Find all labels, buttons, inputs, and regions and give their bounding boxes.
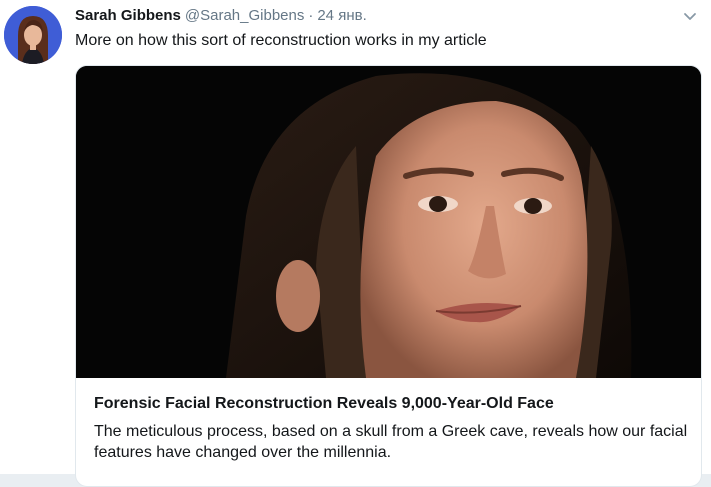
- card-title[interactable]: Forensic Facial Reconstruction Reveals 9…: [94, 393, 554, 415]
- reconstructed-face-image: [76, 66, 701, 378]
- avatar-portrait-image: [4, 6, 62, 64]
- tweet[interactable]: Sarah Gibbens @Sarah_Gibbens · 24 янв. More…: [0, 0, 711, 487]
- chevron-down-icon[interactable]: [682, 8, 698, 24]
- tweet-header: Sarah Gibbens @Sarah_Gibbens · 24 янв.: [75, 5, 367, 27]
- tweet-timestamp[interactable]: 24 янв.: [317, 7, 366, 24]
- avatar[interactable]: [4, 6, 62, 64]
- author-name[interactable]: Sarah Gibbens: [75, 7, 181, 24]
- card-description: The meticulous process, based on a skull…: [94, 423, 688, 461]
- link-card[interactable]: Forensic Facial Reconstruction Reveals 9…: [75, 65, 702, 487]
- author-handle[interactable]: @Sarah_Gibbens: [185, 7, 304, 24]
- card-image[interactable]: [76, 66, 701, 378]
- separator-dot: ·: [308, 7, 314, 24]
- tweet-text: More on how this sort of reconstruction …: [75, 32, 487, 49]
